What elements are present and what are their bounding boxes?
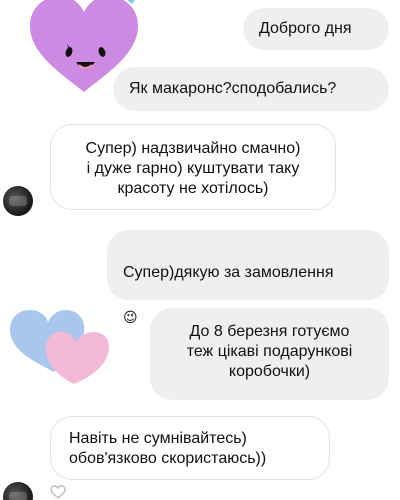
- blue-pink-hearts-sticker[interactable]: [8, 306, 112, 386]
- message-incoming-2[interactable]: Навіть не сумнівайтесь) обов'язково скор…: [50, 416, 330, 480]
- chat-thread: Доброго дня Як макаронс?сподобались? Суп…: [0, 0, 400, 500]
- message-incoming-1[interactable]: Супер) надзвичайно смачно) і дуже гарно)…: [50, 124, 336, 210]
- message-outgoing-1[interactable]: Доброго дня: [243, 8, 389, 50]
- heart-outline-icon[interactable]: [50, 485, 66, 499]
- reaction-row: [0, 484, 400, 500]
- message-text: Супер)дякую за замовлення: [123, 264, 334, 281]
- message-outgoing-3[interactable]: Супер)дякую за замовлення 😉: [107, 230, 389, 325]
- message-outgoing-2[interactable]: Як макаронс?сподобались?: [113, 67, 389, 111]
- message-outgoing-4[interactable]: До 8 березня готуємо теж цікаві подарунк…: [150, 308, 389, 400]
- avatar-icon[interactable]: [3, 186, 33, 216]
